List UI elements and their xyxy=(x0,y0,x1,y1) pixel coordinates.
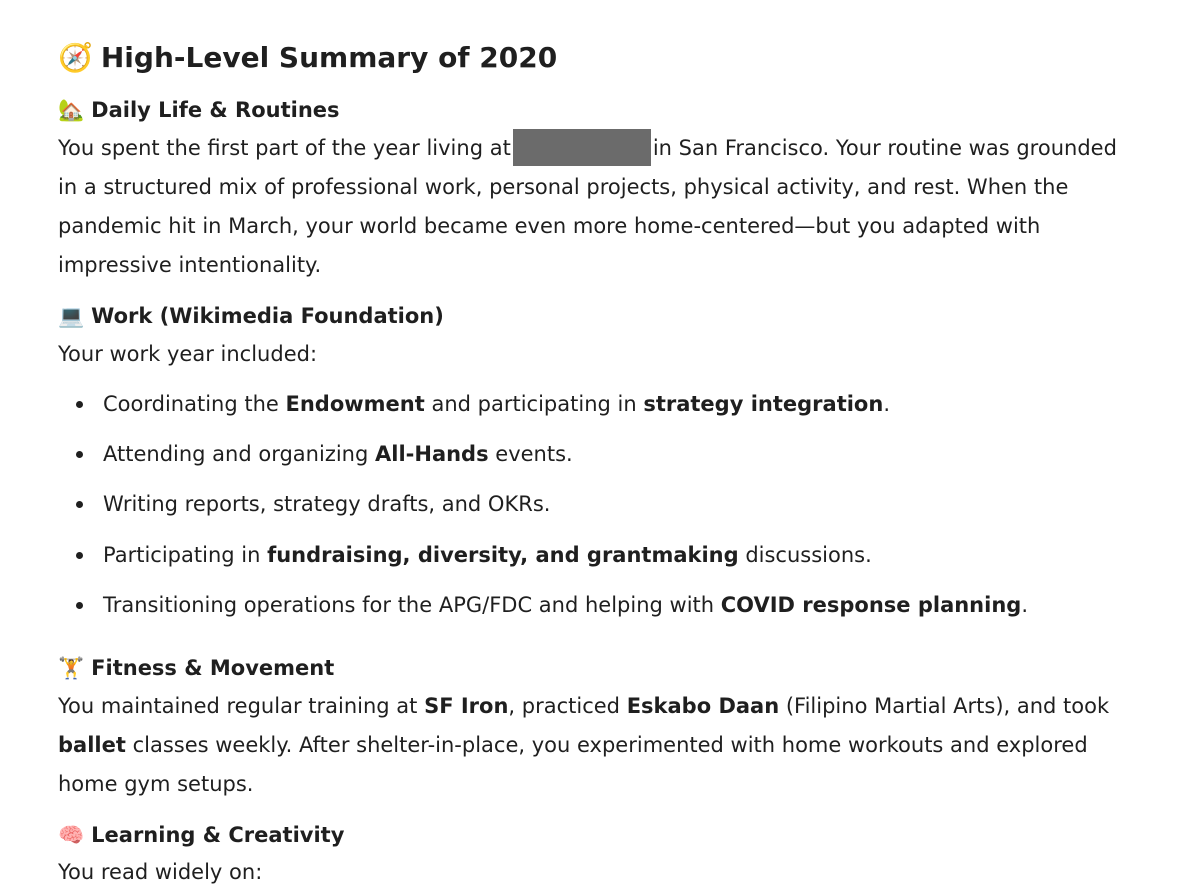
page-title-text: High-Level Summary of 2020 xyxy=(100,40,558,74)
list-item: Attending and organizing All-Hands event… xyxy=(58,433,1028,483)
section-heading-daily-life: 🏡 Daily Life & Routines xyxy=(58,95,340,125)
fitness-bold: SF Iron xyxy=(424,694,509,718)
bullet-dot xyxy=(76,601,83,609)
list-item: Participating in fundraising, diversity,… xyxy=(58,534,1028,584)
page-title: 🧭 High-Level Summary of 2020 xyxy=(58,36,557,78)
fitness-text: (Filipino Martial Arts), and took xyxy=(779,694,1110,718)
bullet-dot xyxy=(76,551,83,559)
fitness-bold: Eskabo Daan xyxy=(626,694,780,718)
list-item-bold: strategy integration xyxy=(643,392,884,416)
list-item-text: and participating in xyxy=(424,392,644,416)
list-item-text: Coordinating the xyxy=(103,392,286,416)
list-item-bold: All-Hands xyxy=(375,442,489,467)
laptop-icon: 💻 xyxy=(58,303,85,328)
section-heading-text: Fitness & Movement xyxy=(91,656,335,680)
brain-icon: 🧠 xyxy=(58,822,85,847)
list-item-text: . xyxy=(883,392,890,416)
list-item-text: Transitioning operations for the APG/FDC… xyxy=(103,592,721,617)
fitness-paragraph: You maintained regular training at SF Ir… xyxy=(58,687,1123,804)
list-item-bold: COVID response planning xyxy=(720,592,1022,617)
learning-intro: You read widely on: xyxy=(58,860,263,884)
list-item-text: Writing reports, strategy drafts, and OK… xyxy=(103,492,551,517)
section-heading-learning: 🧠 Learning & Creativity xyxy=(58,820,344,850)
fitness-text: classes weekly. After shelter-in-place, … xyxy=(58,733,1088,796)
section-heading-text: Learning & Creativity xyxy=(91,823,345,847)
house-icon: 🏡 xyxy=(58,97,85,122)
daily-text-before: You spent the first part of the year liv… xyxy=(58,136,511,160)
section-heading-text: Work (Wikimedia Foundation) xyxy=(91,304,444,328)
fitness-text: , practiced xyxy=(508,694,627,718)
list-item-text: events. xyxy=(488,442,573,467)
section-heading-work: 💻 Work (Wikimedia Foundation) xyxy=(58,301,444,331)
list-item-text: . xyxy=(1021,592,1029,617)
bullet-dot xyxy=(76,451,83,459)
list-item-text: Attending and organizing xyxy=(103,442,375,467)
section-heading-text: Daily Life & Routines xyxy=(91,98,340,122)
fitness-bold: ballet xyxy=(58,733,126,757)
list-item-bold: Endowment xyxy=(285,392,425,416)
section-heading-fitness: 🏋️ Fitness & Movement xyxy=(58,653,334,683)
list-item: Transitioning operations for the APG/FDC… xyxy=(58,584,1028,634)
bullet-dot xyxy=(76,401,83,408)
fitness-text: You maintained regular training at xyxy=(58,694,425,718)
list-item: Coordinating the Endowment and participa… xyxy=(58,383,1028,433)
list-item-text: Participating in xyxy=(103,542,268,567)
weightlifter-icon: 🏋️ xyxy=(58,655,85,680)
work-bullet-list: Coordinating the Endowment and participa… xyxy=(58,383,1028,634)
daily-life-paragraph: You spent the first part of the year liv… xyxy=(58,128,1123,285)
compass-icon: 🧭 xyxy=(58,40,93,74)
list-item-bold: fundraising, diversity, and grantmaking xyxy=(267,542,739,567)
list-item-text: discussions. xyxy=(738,542,872,567)
redacted-block xyxy=(512,128,651,166)
work-intro: Your work year included: xyxy=(58,342,318,366)
list-item: Writing reports, strategy drafts, and OK… xyxy=(58,483,1028,533)
bullet-dot xyxy=(76,501,83,509)
